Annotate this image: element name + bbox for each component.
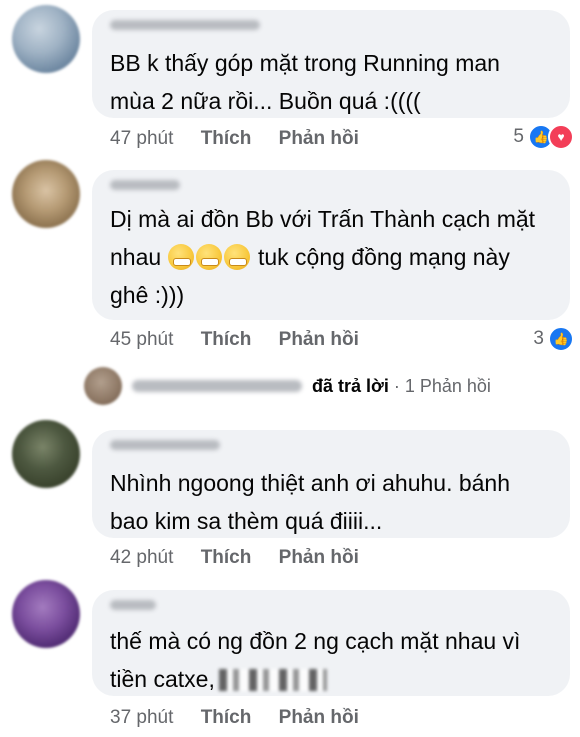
- replier-name-redacted: [132, 380, 302, 392]
- reply-button[interactable]: Phản hồi: [279, 547, 359, 568]
- commenter-name-redacted[interactable]: [110, 440, 220, 450]
- like-icon: 👍: [548, 326, 574, 352]
- comment-bubble: BB k thấy góp mặt trong Running man mùa …: [92, 10, 570, 118]
- comment-time[interactable]: 37 phút: [110, 707, 173, 728]
- separator-dot: ·: [393, 375, 400, 396]
- sneezing-face-emoji-icon: [195, 244, 222, 270]
- sneezing-face-emoji-icon: [167, 244, 194, 270]
- commenter-name-redacted[interactable]: [110, 600, 156, 610]
- comment-bubble: thế mà có ng đồn 2 ng cạch mặt nhau vì t…: [92, 590, 570, 696]
- comment-actions: 47 phút Thích Phản hồi: [110, 128, 381, 150]
- comment-time[interactable]: 42 phút: [110, 547, 173, 568]
- comment-actions: 45 phút Thích Phản hồi: [110, 329, 381, 351]
- comment-text: Dị mà ai đồn Bb với Trấn Thành cạch mặt …: [110, 206, 536, 308]
- commenter-avatar[interactable]: [12, 580, 80, 648]
- comment-bubble: Dị mà ai đồn Bb với Trấn Thành cạch mặt …: [92, 170, 570, 320]
- like-button[interactable]: Thích: [201, 707, 252, 728]
- reply-action: đã trả lời: [312, 375, 389, 396]
- reply-count[interactable]: 1 Phản hồi: [405, 376, 491, 396]
- comment-bubble: Nhình ngoong thiệt anh ơi ahuhu. bánh ba…: [92, 430, 570, 538]
- comment-actions: 37 phút Thích Phản hồi: [110, 707, 381, 729]
- reply-button[interactable]: Phản hồi: [279, 329, 359, 350]
- comment-text: BB k thấy góp mặt trong Running man mùa …: [110, 50, 500, 114]
- comment-text: thế mà có ng đồn 2 ng cạch mặt nhau vì t…: [110, 628, 521, 692]
- commenter-avatar[interactable]: [12, 420, 80, 488]
- comment-time[interactable]: 47 phút: [110, 128, 173, 149]
- reaction-count: 5: [513, 126, 524, 147]
- reply-button[interactable]: Phản hồi: [279, 707, 359, 728]
- like-button[interactable]: Thích: [201, 128, 252, 149]
- comment-actions: 42 phút Thích Phản hồi: [110, 547, 381, 569]
- like-button[interactable]: Thích: [201, 329, 252, 350]
- replier-avatar: [84, 367, 122, 405]
- reaction-count: 3: [533, 328, 544, 349]
- love-icon: ♥: [548, 124, 574, 150]
- reply-button[interactable]: Phản hồi: [279, 128, 359, 149]
- reaction-summary[interactable]: 3 👍: [533, 326, 574, 352]
- view-replies-link[interactable]: đã trả lời · 1 Phản hồi: [84, 366, 491, 406]
- comment-text: Nhình ngoong thiệt anh ơi ahuhu. bánh ba…: [110, 470, 511, 534]
- commenter-avatar[interactable]: [12, 160, 80, 228]
- comment-time[interactable]: 45 phút: [110, 329, 173, 350]
- censored-text: [218, 669, 327, 691]
- reaction-summary[interactable]: 5 👍 ♥: [513, 124, 574, 150]
- sneezing-face-emoji-icon: [223, 244, 250, 270]
- commenter-avatar[interactable]: [12, 5, 80, 73]
- like-button[interactable]: Thích: [201, 547, 252, 568]
- commenter-name-redacted[interactable]: [110, 180, 180, 190]
- commenter-name-redacted[interactable]: [110, 20, 260, 30]
